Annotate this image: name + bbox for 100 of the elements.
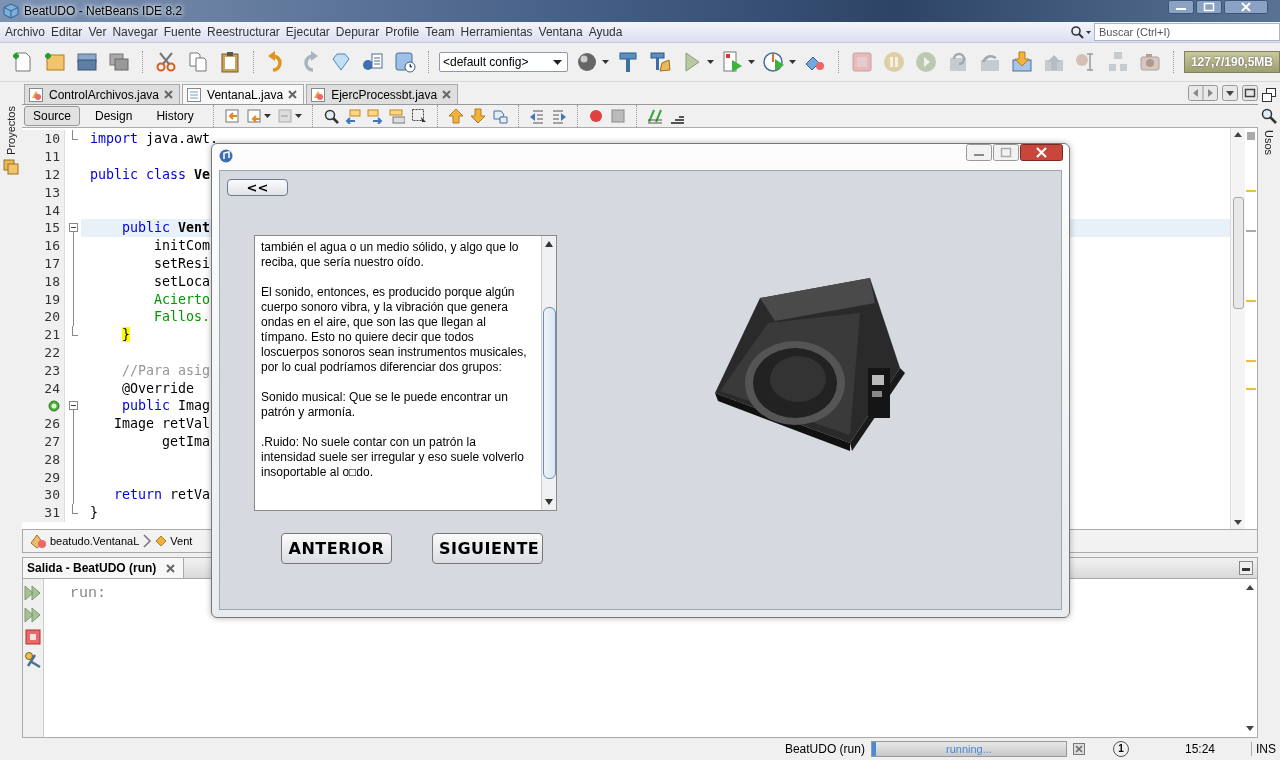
shift-left-icon[interactable] (528, 108, 545, 124)
code-line: setResi (153, 255, 211, 271)
folders-icon[interactable] (3, 158, 19, 175)
line-number: 10 (44, 131, 60, 147)
hammer-broom-icon[interactable] (647, 50, 672, 74)
shapes-icon[interactable] (491, 108, 508, 124)
line-number: 27 (44, 433, 60, 449)
code-line: import java.awt. (90, 131, 219, 147)
scroll-down-icon (545, 499, 553, 505)
menu-item[interactable]: Editar (48, 25, 86, 39)
scrollbar[interactable] (1230, 128, 1245, 529)
nav-button[interactable]: SIGUIENTE (432, 533, 543, 564)
menu-item[interactable]: Archivo (2, 25, 48, 39)
menu-item[interactable]: Ver (85, 25, 110, 39)
scroll-down-icon (1234, 520, 1242, 525)
dropdown-icon[interactable] (1222, 85, 1238, 101)
editor-tab[interactable]: EjercProcessbt.java (306, 84, 459, 104)
arrow-icon[interactable] (344, 108, 361, 124)
scroll-up-icon (1234, 132, 1242, 137)
caret-icon[interactable] (263, 114, 271, 118)
side-tab[interactable]: Proyectos (5, 106, 17, 155)
search-icon[interactable] (1261, 108, 1277, 124)
scroll-thumb[interactable] (1232, 197, 1244, 309)
maximize-icon[interactable] (1196, 0, 1222, 14)
stop-icon[interactable] (25, 629, 41, 645)
folder-icon[interactable] (75, 50, 99, 74)
new-folder-icon[interactable] (43, 50, 67, 74)
view-tab[interactable]: History (147, 106, 203, 126)
menu-item[interactable]: Profile (382, 25, 423, 39)
cancel-icon[interactable] (1072, 743, 1085, 755)
output-tab[interactable]: Salida - BeatUDO (run) (23, 558, 185, 578)
restore-icon[interactable] (1262, 88, 1276, 102)
line-number: 13 (44, 184, 60, 200)
close-icon[interactable] (1020, 144, 1063, 161)
nav-button[interactable]: ANTERIOR (281, 533, 392, 564)
menu-item[interactable]: Herramientas (457, 25, 536, 39)
up-arrow-icon[interactable] (447, 108, 464, 124)
scroll-up-icon (1246, 585, 1254, 590)
breadcrumb-item[interactable]: beatudo.VentanaL (50, 535, 140, 547)
editor-tab[interactable]: VentanaL.java (182, 84, 305, 104)
menu-item[interactable]: Ejecutar (282, 25, 333, 39)
menu-item[interactable]: Depurar (332, 25, 383, 39)
clock-box-icon[interactable] (393, 50, 417, 74)
paragraph: El sonido, entonces, es producido porque algún cuerpo sonoro vibra, y la vibración que genera ondas en el aire, que son las que llegan al tímpano. Esto no quiere decir que todos loscuerpos sonoros sean instrumentos musicales, por lo cual podríamos diferenciar dos grupos: (261, 285, 527, 375)
file-icon (310, 86, 327, 103)
close-icon[interactable] (1224, 0, 1268, 14)
menu-item[interactable]: Ventana (535, 25, 586, 39)
maximize-icon[interactable] (1242, 85, 1258, 101)
close-icon[interactable] (166, 563, 176, 573)
scrollbar[interactable] (541, 236, 556, 510)
menu-item[interactable]: Navegar (109, 25, 161, 39)
search-field[interactable]: Buscar (Ctrl+I) (1094, 23, 1280, 41)
gauge-icon[interactable] (761, 50, 786, 74)
windows-icon[interactable] (107, 50, 131, 74)
search-icon[interactable] (322, 108, 339, 124)
menu-item[interactable]: Ayuda (585, 25, 626, 39)
close-icon[interactable] (288, 90, 298, 99)
back-icon[interactable] (223, 108, 240, 124)
arrow-icon[interactable] (366, 108, 383, 124)
view-tab[interactable]: Design (86, 106, 142, 126)
copy-icon[interactable] (186, 50, 210, 74)
stop-icon[interactable] (609, 108, 626, 124)
caret-icon[interactable] (601, 60, 609, 64)
text-area[interactable] (254, 235, 557, 511)
caret-icon[interactable] (706, 60, 714, 64)
scissors-icon[interactable] (154, 50, 178, 74)
shift-right-icon[interactable] (550, 108, 567, 124)
download-icon[interactable] (1009, 50, 1034, 74)
menu-item[interactable]: Reestructurar (204, 25, 283, 39)
clipboard-icon[interactable] (218, 50, 242, 74)
minimize-icon[interactable] (1168, 0, 1194, 14)
side-tab[interactable]: Usos (1263, 130, 1275, 156)
scroll-thumb[interactable] (542, 307, 556, 479)
code-line: public class Ve (90, 167, 211, 182)
breadcrumb-item[interactable]: Vent (170, 535, 193, 547)
selection-icon[interactable] (410, 108, 427, 124)
rerun-icon[interactable] (24, 607, 42, 623)
diamond-icon (155, 535, 168, 547)
record-icon[interactable] (587, 108, 604, 124)
line-number: 16 (44, 238, 60, 254)
class-icon (29, 533, 47, 549)
paragraph: .Ruido: No suele contar con un patrón la intensidad suele ser irregular y eso suele volverlo insoportable al o□do. (261, 435, 525, 480)
comment-icon[interactable] (646, 108, 663, 124)
editor-tab[interactable]: ControlArchivos.java (24, 84, 181, 104)
down-arrow-icon[interactable] (469, 108, 486, 124)
highlight-icon[interactable] (388, 108, 405, 124)
caret-icon[interactable] (788, 60, 796, 64)
search-icon[interactable] (1070, 25, 1092, 39)
caret-icon[interactable] (294, 114, 302, 118)
paragraph: Sonido musical: Que se le puede encontrar un patrón y armonía. (261, 390, 509, 420)
minimize-icon[interactable] (1239, 561, 1253, 575)
close-icon[interactable] (164, 90, 174, 99)
view-tab[interactable]: Source (24, 106, 81, 126)
config-dropdown[interactable]: <default config> (439, 52, 568, 72)
caret-icon[interactable] (747, 60, 755, 64)
back-button[interactable]: << (227, 179, 288, 196)
menu-item[interactable]: Fuente (160, 25, 205, 39)
rerun-icon[interactable] (24, 585, 42, 601)
menu-item[interactable]: Team (422, 25, 458, 39)
close-icon[interactable] (442, 90, 452, 99)
